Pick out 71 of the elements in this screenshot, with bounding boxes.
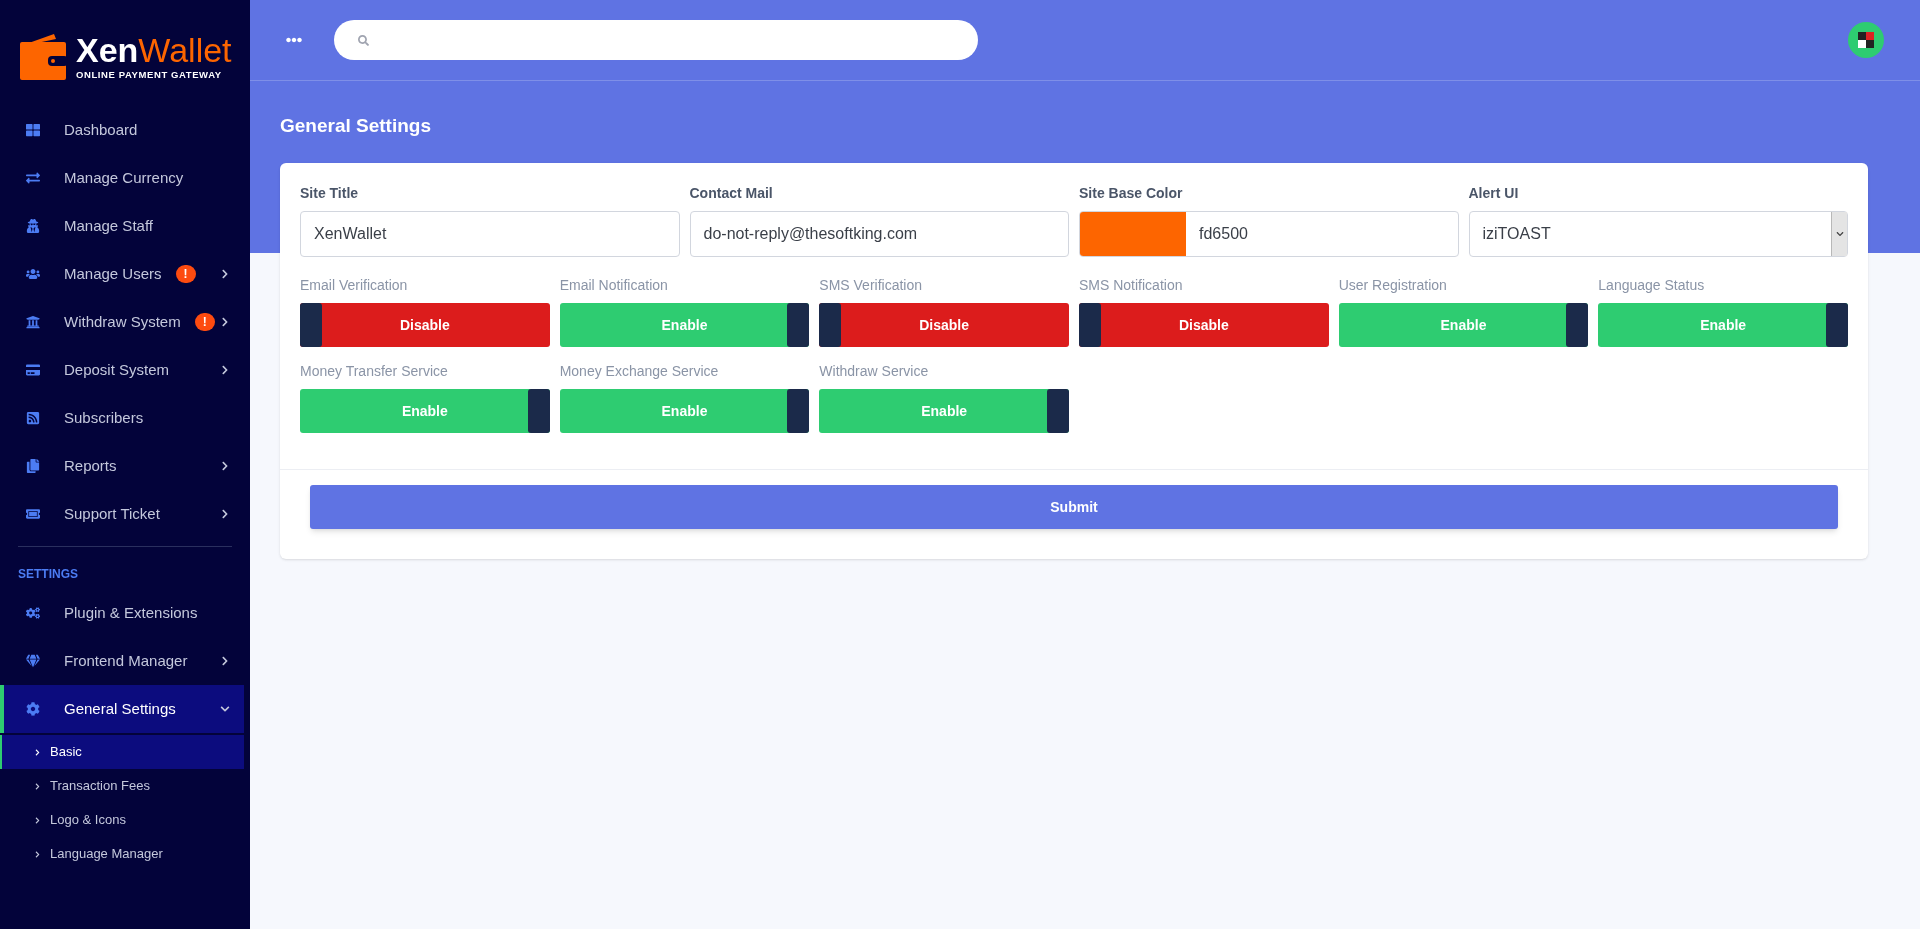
submenu-item[interactable]: Logo & Icons [0, 803, 244, 837]
toggle-handle [1047, 389, 1069, 433]
users-icon [26, 267, 40, 281]
ticket-icon [26, 507, 40, 521]
sidebar-item[interactable]: Subscribers [0, 394, 244, 442]
text-input[interactable]: do-not-reply@thesoftking.com [689, 211, 1069, 257]
text-input[interactable]: XenWallet [300, 211, 680, 257]
toggle-handle [300, 303, 322, 347]
grid-icon [26, 123, 40, 137]
search-field[interactable] [334, 20, 978, 60]
sidebar-item[interactable]: Manage Currency [0, 154, 244, 202]
toggle-handle [527, 389, 550, 433]
sidebar-item[interactable]: Reports [0, 442, 244, 490]
sidebar-item[interactable]: Dashboard [0, 106, 244, 154]
arrows-icon [26, 171, 40, 185]
gears-icon [26, 606, 40, 620]
logo-text: XenWallet [76, 31, 232, 68]
toggle-handle [1079, 303, 1101, 347]
logo-tagline: ONLINE PAYMENT GATEWAY [76, 67, 223, 82]
sidebar-item[interactable]: General Settings [0, 685, 244, 733]
submit-button[interactable]: Submit [310, 485, 1838, 529]
toggle-switch[interactable]: Disable [1079, 303, 1329, 347]
submenu-item[interactable]: Transaction Fees [0, 769, 244, 803]
settings-icon [26, 702, 40, 716]
sidebar-item[interactable]: Manage Staff [0, 202, 244, 250]
toggle-label: SMS Notification [1079, 276, 1184, 295]
field-label: Alert UI [1468, 184, 1520, 203]
toggle-handle [1566, 303, 1589, 347]
toggle-label: Email Verification [300, 276, 409, 295]
avatar[interactable] [1848, 22, 1884, 58]
field-label: Contact Mail [689, 184, 774, 203]
toggle-label: User Registration [1338, 276, 1448, 295]
search-icon [358, 34, 369, 46]
toggle-label: Language Status [1598, 276, 1706, 295]
toggle-label: Withdraw Service [819, 362, 930, 381]
toggle-label: Email Notification [559, 276, 669, 295]
sidebar-item[interactable]: Deposit System [0, 346, 244, 394]
toggle-switch[interactable]: Disable [300, 303, 550, 347]
select-field[interactable]: iziTOAST [1468, 211, 1848, 257]
alert-badge: ! [175, 265, 196, 283]
submenu-item[interactable]: Language Manager [0, 837, 244, 871]
rss-icon [26, 411, 40, 425]
color-input[interactable]: fd6500 [1079, 211, 1459, 257]
sidebar-item[interactable]: Manage Users ! [0, 250, 244, 298]
toggle-handle [819, 303, 842, 347]
toggle-label: Money Exchange Service [559, 362, 720, 381]
user-icon [26, 219, 40, 233]
chevron-right-icon [34, 782, 41, 790]
field-label: Site Base Color [1079, 184, 1184, 203]
section-title: SETTINGS [17, 566, 79, 583]
toggle-label: SMS Verification [819, 276, 924, 295]
toggle-handle [1826, 303, 1848, 347]
documents-icon [26, 459, 40, 473]
card-icon [26, 363, 40, 377]
chevron-right-icon [34, 816, 41, 824]
submenu-item[interactable]: Basic [0, 735, 244, 769]
gem-icon [26, 654, 40, 668]
field-label: Site Title [300, 184, 360, 203]
toggle-handle [787, 389, 810, 433]
sidebar-item[interactable]: Frontend Manager [0, 637, 244, 685]
bank-icon [26, 315, 40, 329]
sidebar-item[interactable]: Plugin & Extensions [0, 589, 244, 637]
sidebar-item[interactable]: Withdraw System ! [0, 298, 244, 346]
chevron-right-icon [34, 850, 41, 858]
toggle-label: Money Transfer Service [300, 362, 449, 381]
alert-badge: ! [194, 313, 215, 331]
toggle-switch[interactable]: Disable [819, 303, 1069, 347]
chevron-right-icon [34, 748, 41, 756]
toggle-handle [787, 303, 810, 347]
page-title: General Settings [280, 114, 432, 138]
sidebar-item[interactable]: Support Ticket [0, 490, 244, 538]
